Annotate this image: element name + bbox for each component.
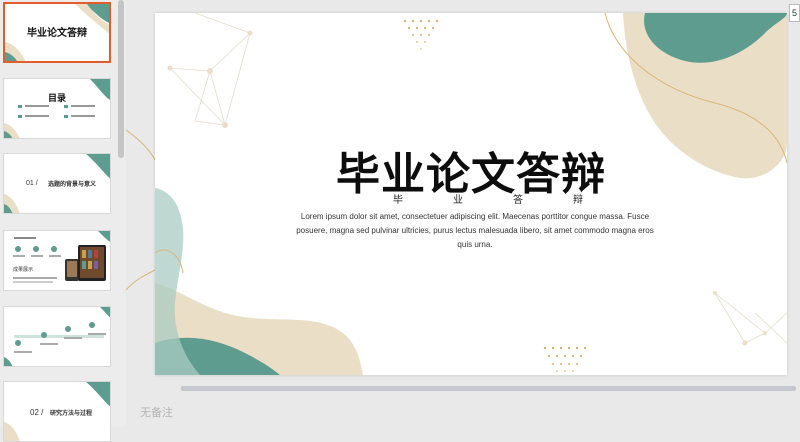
panel-toggle-tab[interactable]: 5 — [789, 4, 800, 22]
subtitle-char-4: 辩 — [573, 195, 583, 206]
slide-subtitle[interactable]: 毕 业 答 辩 — [393, 191, 583, 206]
slide-body-text[interactable]: Lorem ipsum dolor sit amet, consectetuer… — [295, 210, 655, 252]
main-slide-canvas[interactable]: 毕业论文答辩 毕 业 答 辩 Lorem ipsum dolor sit ame… — [155, 13, 787, 375]
notes-placeholder[interactable]: 无备注 — [140, 404, 173, 420]
subtitle-char-3: 答 — [513, 195, 523, 206]
subtitle-char-2: 业 — [453, 195, 463, 206]
editor-horizontal-scrollbar[interactable] — [181, 386, 796, 391]
subtitle-char-1: 毕 — [393, 195, 403, 206]
